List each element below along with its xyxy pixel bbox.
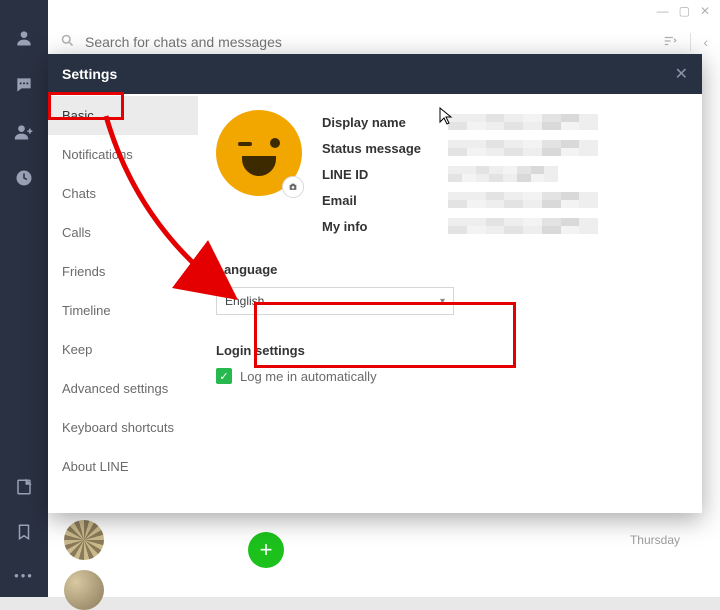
new-chat-button[interactable]: +	[248, 532, 284, 568]
nav-item-basic[interactable]: Basic	[48, 96, 198, 135]
login-auto-label: Log me in automatically	[240, 369, 377, 384]
nav-item-timeline[interactable]: Timeline	[48, 291, 198, 330]
person-icon[interactable]	[14, 28, 34, 51]
chevron-left-icon[interactable]: ‹	[703, 34, 708, 50]
sort-icon[interactable]	[662, 34, 678, 51]
avatar	[64, 520, 104, 560]
avatar	[64, 570, 104, 610]
left-rail: •••	[0, 0, 48, 597]
chat-row[interactable]: Thursday	[64, 510, 720, 570]
bookmark-icon[interactable]	[15, 523, 33, 544]
modal-title: Settings	[62, 66, 117, 82]
language-selected: English	[225, 294, 264, 308]
nav-item-about[interactable]: About LINE	[48, 447, 198, 486]
more-icon[interactable]: •••	[14, 568, 34, 583]
clock-icon[interactable]	[15, 169, 33, 190]
plus-icon: +	[260, 537, 273, 563]
divider	[690, 33, 691, 51]
nav-item-chats[interactable]: Chats	[48, 174, 198, 213]
language-section-title: Language	[216, 262, 678, 277]
window-close[interactable]: ✕	[700, 4, 710, 18]
checkbox-checked-icon[interactable]: ✓	[216, 368, 232, 384]
settings-content: Display name Status message LINE ID Emai…	[198, 94, 702, 513]
chat-icon[interactable]	[14, 75, 34, 98]
nav-item-shortcuts[interactable]: Keyboard shortcuts	[48, 408, 198, 447]
nav-item-friends[interactable]: Friends	[48, 252, 198, 291]
camera-icon[interactable]	[282, 176, 304, 198]
window-maximize[interactable]: ▢	[679, 4, 690, 18]
email-label: Email	[322, 193, 430, 208]
profile-fields: Display name Status message LINE ID Emai…	[322, 110, 598, 234]
my-info-label: My info	[322, 219, 430, 234]
close-icon[interactable]: ✕	[675, 64, 688, 84]
chat-row[interactable]	[64, 570, 720, 610]
nav-item-calls[interactable]: Calls	[48, 213, 198, 252]
status-message-label: Status message	[322, 141, 430, 156]
window-controls: — ▢ ✕	[48, 0, 720, 22]
chat-list-bg: Thursday	[48, 510, 720, 597]
login-section-title: Login settings	[216, 343, 678, 358]
status-message-value	[448, 140, 598, 156]
line-id-value	[448, 166, 558, 182]
chat-timestamp: Thursday	[630, 533, 680, 547]
profile-row: Display name Status message LINE ID Emai…	[216, 110, 678, 234]
display-name-label: Display name	[322, 115, 430, 130]
chevron-down-icon: ▾	[440, 296, 445, 307]
my-info-value	[448, 218, 598, 234]
note-icon[interactable]	[15, 478, 33, 499]
modal-header: Settings ✕	[48, 54, 702, 94]
search-icon	[60, 33, 75, 51]
window-minimize[interactable]: —	[657, 4, 669, 18]
nav-item-keep[interactable]: Keep	[48, 330, 198, 369]
email-value	[448, 192, 598, 208]
display-name-value	[448, 114, 598, 130]
nav-item-notifications[interactable]: Notifications	[48, 135, 198, 174]
nav-item-advanced[interactable]: Advanced settings	[48, 369, 198, 408]
profile-avatar[interactable]	[216, 110, 302, 196]
settings-modal: Settings ✕ Basic Notifications Chats Cal…	[48, 54, 702, 513]
language-select[interactable]: English ▾	[216, 287, 454, 315]
settings-nav: Basic Notifications Chats Calls Friends …	[48, 94, 198, 513]
line-id-label: LINE ID	[322, 167, 430, 182]
add-friend-icon[interactable]	[14, 122, 34, 145]
login-auto-row[interactable]: ✓ Log me in automatically	[216, 368, 678, 384]
search-input[interactable]	[85, 34, 652, 50]
